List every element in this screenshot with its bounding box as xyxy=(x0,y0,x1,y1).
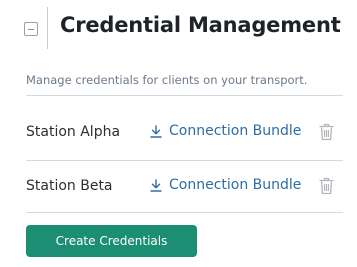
credential-name: Station Beta xyxy=(26,178,113,194)
panel-title: Credential Management xyxy=(60,13,341,37)
download-icon xyxy=(150,124,162,138)
credential-row: Station Beta Connection Bundle xyxy=(26,175,343,199)
connection-bundle-label: Connection Bundle xyxy=(169,123,302,139)
credential-management-panel: Credential Management Manage credentials… xyxy=(0,0,357,267)
trash-icon[interactable] xyxy=(319,123,334,141)
divider xyxy=(26,212,343,213)
panel-description: Manage credentials for clients on your t… xyxy=(26,73,308,87)
create-credentials-button[interactable]: Create Credentials xyxy=(26,225,197,257)
minus-square-icon xyxy=(28,29,34,30)
divider xyxy=(26,95,343,96)
header-divider xyxy=(47,7,48,49)
connection-bundle-link[interactable]: Connection Bundle xyxy=(150,177,301,193)
credential-row: Station Alpha Connection Bundle xyxy=(26,121,343,145)
panel-header: Credential Management xyxy=(0,0,357,60)
divider xyxy=(26,160,343,161)
connection-bundle-label: Connection Bundle xyxy=(169,177,302,193)
credential-name: Station Alpha xyxy=(26,124,121,140)
connection-bundle-link[interactable]: Connection Bundle xyxy=(150,123,301,139)
trash-icon[interactable] xyxy=(319,177,334,195)
collapse-toggle-button[interactable] xyxy=(24,22,38,36)
download-icon xyxy=(150,178,162,192)
